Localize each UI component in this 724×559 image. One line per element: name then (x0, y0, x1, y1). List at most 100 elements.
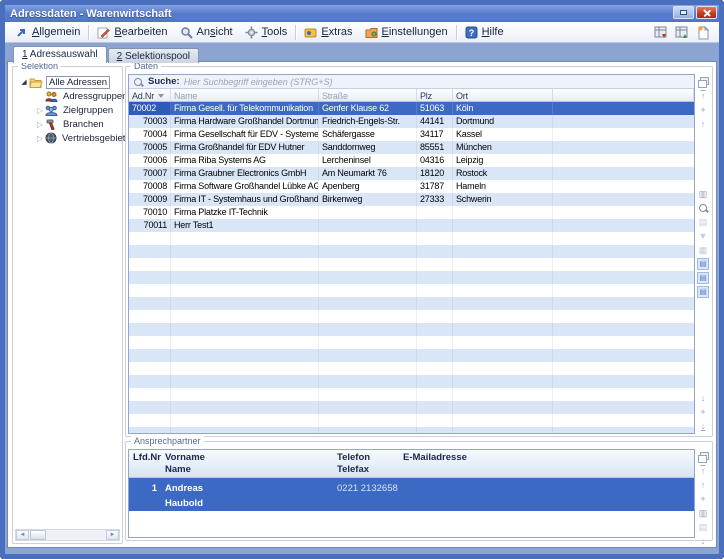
table-export-icon[interactable] (654, 25, 669, 40)
tree-item-alle-adressen[interactable]: ◢ Alle Adressen (13, 75, 122, 89)
new-document-icon[interactable] (696, 25, 711, 40)
tree-item-adressgruppen[interactable]: Adressgruppen (13, 89, 122, 103)
menu-tools[interactable]: Tools (239, 24, 294, 41)
columns-icon[interactable]: ▥ (697, 188, 709, 200)
insert-row-icon[interactable]: + (697, 104, 709, 116)
table-row-empty[interactable] (129, 388, 694, 401)
restore-button[interactable] (673, 6, 694, 19)
search-input[interactable] (184, 77, 691, 87)
tab-selektionspool[interactable]: 2 Selektionspool (108, 48, 199, 63)
scroll-left-icon[interactable]: ◄ (16, 530, 29, 540)
tree-item-zielgruppen[interactable]: ▷ Zielgruppen (13, 103, 122, 117)
column-header-ort[interactable]: Ort (453, 89, 553, 101)
menu-extras[interactable]: Extras (298, 24, 358, 41)
column-header-telefon-telefax[interactable]: TelefonTelefax (333, 450, 399, 477)
tree-item-vertriebsgebiete[interactable]: ▷ Vertriebsgebiete (13, 131, 122, 145)
list-blue-icon[interactable]: ▤ (697, 258, 709, 270)
table-row-empty[interactable] (129, 427, 694, 433)
menu-einstellungen[interactable]: Einstellungen (359, 24, 454, 41)
tab-strip: 1 Adressauswahl 2 Selektionspool (13, 46, 200, 63)
folder-open-icon (29, 77, 43, 88)
table-row-empty[interactable] (129, 232, 694, 245)
table-row[interactable]: 70009Firma IT - Systemhaus und Großhande… (129, 193, 694, 206)
scroll-right-icon[interactable]: ► (106, 530, 119, 540)
sum-icon[interactable]: ▤ (697, 216, 709, 228)
grid-blue-icon[interactable]: ▤ (697, 272, 709, 284)
app-window: Adressdaten - Warenwirtschaft Allgemein … (0, 0, 724, 559)
table-row[interactable]: 70004Firma Gesellschaft für EDV - System… (129, 128, 694, 141)
table-row-empty[interactable] (129, 297, 694, 310)
table-row-empty[interactable] (129, 323, 694, 336)
tree-collapsed-icon[interactable]: ▷ (35, 106, 45, 115)
table-row-empty[interactable] (129, 375, 694, 388)
scrollbar-thumb[interactable] (30, 530, 46, 540)
scroll-bottom-icon[interactable]: ↓ (697, 420, 709, 432)
scroll-down-icon[interactable]: ↓ (697, 392, 709, 404)
group-icon (45, 105, 58, 116)
arrow-up-right-icon (15, 26, 28, 39)
table-row-empty[interactable] (129, 336, 694, 349)
scroll-up-icon[interactable]: ↑ (697, 118, 709, 130)
column-header-name[interactable]: Name (171, 89, 319, 101)
copy-view-icon[interactable] (697, 76, 709, 88)
contacts-groupbox: Ansprechpartner Lfd.Nr. VornameName Tele… (125, 441, 713, 541)
cards-blue-icon[interactable]: ▤ (697, 286, 709, 298)
column-header-vorname-name[interactable]: VornameName (161, 450, 333, 477)
tree-horizontal-scrollbar[interactable]: ◄ ► (15, 529, 120, 541)
table-row[interactable]: 70007Firma Graubner Electronics GmbHAm N… (129, 167, 694, 180)
table-row-empty[interactable] (129, 414, 694, 427)
column-header-email[interactable]: E-Mailadresse (399, 450, 694, 477)
table-row[interactable]: 70005Firma Großhandel für EDV HutnerSand… (129, 141, 694, 154)
column-header-plz[interactable]: Plz (417, 89, 453, 101)
table-row[interactable]: 70006Firma Riba Systems AGLercheninsel04… (129, 154, 694, 167)
append-row-icon[interactable]: + (697, 549, 709, 559)
sum-icon[interactable]: ▤ (697, 521, 709, 533)
scroll-top-icon[interactable]: ↑ (697, 465, 709, 477)
table-row-empty[interactable] (129, 271, 694, 284)
table-import-icon[interactable] (675, 25, 690, 40)
tree-collapsed-icon[interactable]: ▷ (35, 134, 45, 143)
table-row-empty[interactable] (129, 310, 694, 323)
menu-bar: Allgemein Bearbeiten Ansicht Tools Extra… (5, 22, 719, 43)
tree-collapsed-icon[interactable]: ▷ (35, 120, 45, 129)
menu-bearbeiten[interactable]: Bearbeiten (91, 24, 173, 41)
title-bar: Adressdaten - Warenwirtschaft (5, 5, 719, 22)
table-row-empty[interactable] (129, 401, 694, 414)
columns-icon[interactable]: ▥ (697, 507, 709, 519)
scroll-up-icon[interactable]: ↑ (697, 479, 709, 491)
append-row-icon[interactable]: + (697, 406, 709, 418)
table-row[interactable]: 70011Herr Test1 (129, 219, 694, 232)
layout-icon[interactable]: ▦ (697, 244, 709, 256)
scroll-top-icon[interactable]: ↑ (697, 90, 709, 102)
table-row[interactable]: 70010Firma Platzke IT-Technik (129, 206, 694, 219)
menu-allgemein[interactable]: Allgemein (9, 24, 86, 41)
insert-row-icon[interactable]: + (697, 493, 709, 505)
table-row-empty[interactable] (129, 349, 694, 362)
table-row-empty[interactable] (129, 284, 694, 297)
table-row[interactable]: 70003Firma Hardware Großhandel DortmundF… (129, 115, 694, 128)
table-row-empty[interactable] (129, 245, 694, 258)
copy-view-icon[interactable] (697, 451, 709, 463)
table-row-empty[interactable] (129, 258, 694, 271)
tree-expanded-icon[interactable]: ◢ (19, 78, 29, 86)
globe-icon (45, 132, 57, 144)
menu-hilfe[interactable]: ? Hilfe (459, 24, 510, 41)
menu-separator (88, 25, 89, 40)
address-table-header: Ad.Nr Name Straße Plz Ort (129, 89, 694, 102)
column-header-lfdnr[interactable]: Lfd.Nr. (129, 450, 161, 477)
table-row[interactable]: 70002Firma Gesell. für Telekommunikation… (129, 102, 694, 115)
column-header-strasse[interactable]: Straße (319, 89, 417, 101)
search-icon[interactable] (697, 202, 709, 214)
tab-adressauswahl[interactable]: 1 Adressauswahl (13, 46, 107, 63)
tree-item-branchen[interactable]: ▷ Branchen (13, 117, 122, 131)
search-row[interactable]: Suche: (129, 75, 694, 89)
table-row-empty[interactable] (129, 362, 694, 375)
filter-icon[interactable]: ▼ (697, 230, 709, 242)
scroll-down-icon[interactable]: ↓ (697, 535, 709, 547)
data-side-toolbar: ↑ + ↑ ▥ ▤ ▼ ▦ ▤ ▤ ▤ ↓ + ↓ (696, 74, 710, 434)
table-row[interactable]: 70008Firma Software Großhandel Lübke AGA… (129, 180, 694, 193)
column-header-adnr[interactable]: Ad.Nr (129, 89, 171, 101)
contact-row[interactable]: 1 AndreasHaubold 0221 2132658 (129, 478, 694, 511)
menu-ansicht[interactable]: Ansicht (174, 24, 239, 41)
close-button[interactable] (696, 6, 717, 19)
